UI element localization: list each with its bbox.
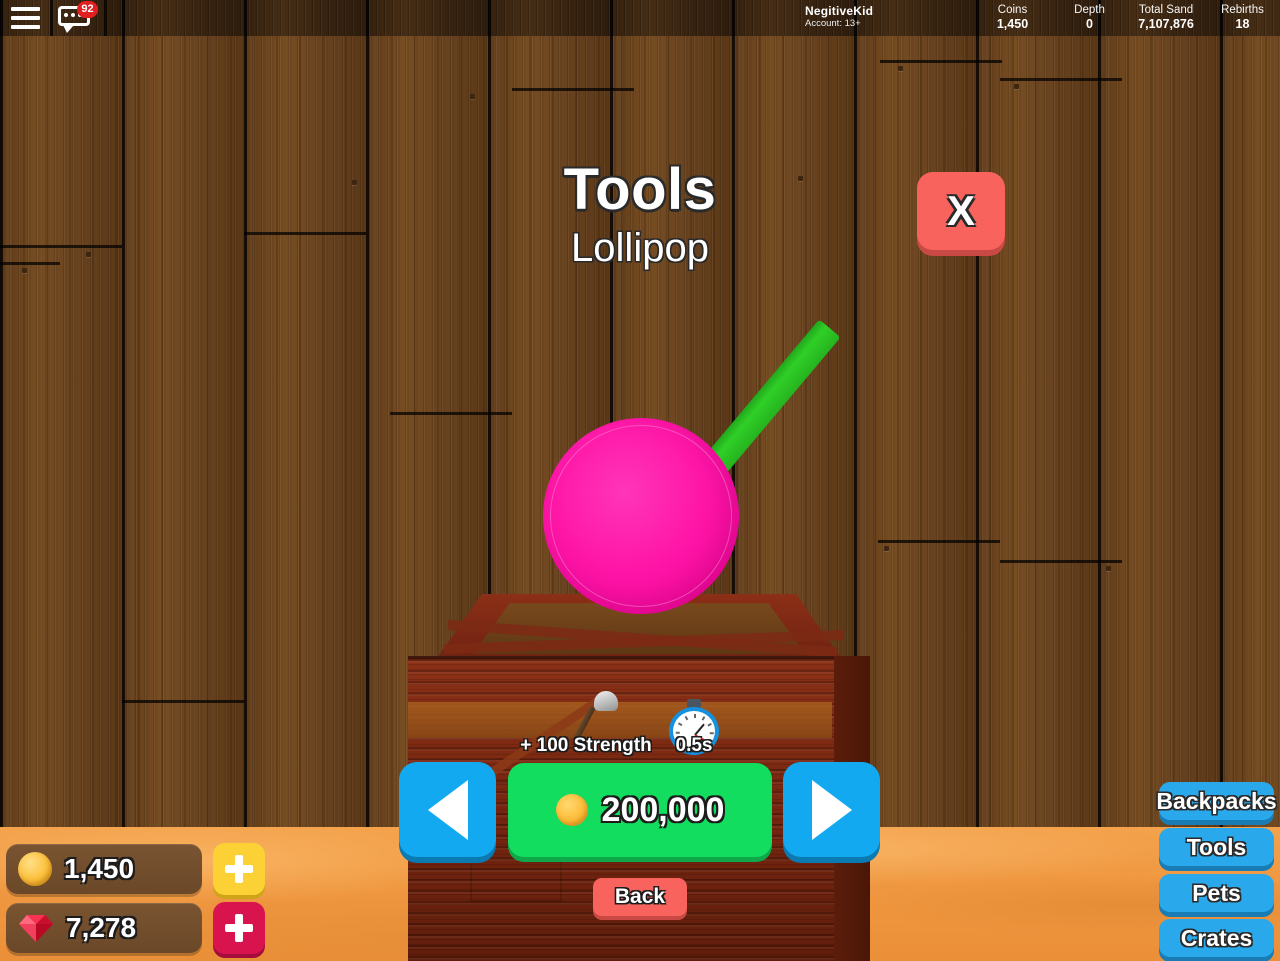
buy-price-label: 200,000	[601, 790, 725, 829]
next-item-button[interactable]	[783, 762, 880, 857]
page-title: Tools	[563, 157, 717, 222]
stat-value: 18	[1235, 17, 1250, 31]
arrow-left-icon	[427, 779, 468, 840]
back-button[interactable]: Back	[593, 878, 687, 916]
menu-button-tools[interactable]: Tools	[1159, 828, 1274, 866]
hamburger-icon[interactable]	[11, 7, 40, 29]
stat-value: 1,450	[996, 17, 1029, 31]
stat-label: Total Sand	[1138, 4, 1194, 16]
chat-bubble-icon[interactable]: 92	[58, 1, 98, 33]
stat-value: 0	[1086, 17, 1093, 31]
gems-value: 7,278	[66, 912, 137, 943]
menu-button-backpacks[interactable]: Backpacks	[1156, 782, 1277, 820]
coins-counter: 1,450	[6, 844, 202, 894]
shovel-icon	[573, 691, 620, 741]
item-name-label: Lollipop	[571, 226, 709, 270]
stat-rebirths: Rebirths 18	[1205, 3, 1280, 32]
add-gems-button[interactable]	[213, 902, 265, 954]
top-status-bar: 92 NegitiveKid Account: 13+ Coins 1,450 …	[0, 0, 1280, 36]
gem-icon	[18, 913, 54, 943]
coin-icon	[555, 794, 588, 826]
coins-hud-row: 1,450	[6, 843, 265, 895]
stat-label: Rebirths	[1221, 4, 1264, 16]
stat-total-sand: Total Sand 7,107,876	[1118, 3, 1214, 32]
chat-unread-badge: 92	[77, 1, 98, 18]
menu-button-label: Pets	[1192, 879, 1241, 906]
buy-button[interactable]: 200,000	[508, 763, 772, 857]
coin-icon	[18, 852, 52, 886]
close-icon: X	[946, 187, 975, 234]
stat-label: Depth	[1074, 4, 1105, 16]
stat-label: Coins	[997, 4, 1028, 16]
lollipop-candy	[543, 418, 739, 614]
speed-stat: 0.5s	[675, 735, 713, 756]
menu-button-label: Backpacks	[1156, 787, 1277, 814]
strength-stat: + 100 Strength	[520, 735, 652, 756]
stat-depth: Depth 0	[1052, 3, 1127, 32]
menu-button-pets[interactable]: Pets	[1159, 874, 1274, 912]
player-info: NegitiveKid Account: 13+	[805, 4, 873, 30]
player-account-label: Account: 13+	[805, 18, 861, 29]
plus-icon	[224, 913, 254, 943]
arrow-right-icon	[811, 779, 852, 840]
gems-hud-row: 7,278	[6, 902, 265, 954]
player-name: NegitiveKid	[805, 4, 874, 18]
gems-counter: 7,278	[6, 903, 202, 953]
close-button[interactable]: X	[917, 172, 1005, 250]
menu-button-label: Tools	[1186, 833, 1247, 860]
back-button-label: Back	[614, 885, 666, 908]
previous-item-button[interactable]	[399, 762, 496, 857]
plus-icon	[224, 854, 254, 884]
stat-value: 7,107,876	[1138, 17, 1194, 31]
menu-button-crates[interactable]: Crates	[1159, 919, 1274, 957]
menu-button-label: Crates	[1180, 924, 1253, 951]
game-screen: Tools Lollipop X + 100 Strength 0.5s 200…	[0, 0, 1280, 961]
stat-coins: Coins 1,450	[975, 3, 1050, 32]
add-coins-button[interactable]	[213, 843, 265, 895]
coins-value: 1,450	[64, 853, 135, 884]
